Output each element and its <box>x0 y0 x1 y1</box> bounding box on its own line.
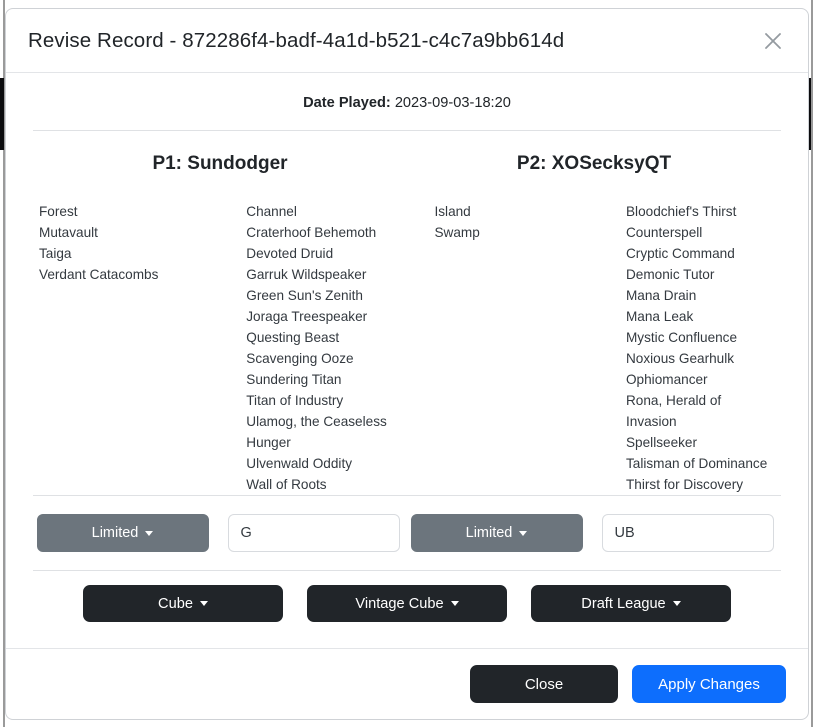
player2-spells-column: Bloodchief's Thirst Counterspell Cryptic C… <box>594 201 781 495</box>
list-item: Swamp <box>434 225 480 240</box>
list-item: Scavenging Ooze <box>246 351 354 366</box>
list-item: Ulamog, the Ceaseless Hunger <box>246 414 387 450</box>
chevron-down-icon <box>519 530 528 536</box>
list-item: Thirst for Discovery <box>625 477 744 492</box>
player1-format-cell: Limited <box>33 514 220 552</box>
list-item: Ophiomancer <box>625 372 708 387</box>
list-item: Noxious Gearhulk <box>625 351 735 366</box>
date-played-value: 2023-09-03-18:20 <box>394 95 511 111</box>
list-item: Green Sun's Zenith <box>246 288 363 303</box>
draft-league-dropdown-label: Draft League <box>581 595 666 612</box>
list-item: Channel <box>246 204 297 219</box>
list-item: Rona, Herald of Invasion <box>625 393 722 429</box>
list-item: Wall of Roots <box>246 477 327 492</box>
list-item: Bloodchief's Thirst <box>625 204 737 219</box>
list-item: Counterspell <box>625 225 703 240</box>
list-item: Sundering Titan <box>246 372 342 387</box>
player2-format-cell: Limited <box>407 514 594 552</box>
list-item: Demonic Tutor <box>625 267 715 282</box>
page-title: Revise Record - 872286f4-badf-4a1d-b521-… <box>28 28 565 52</box>
player1-colors-cell <box>220 514 407 552</box>
chevron-down-icon <box>672 601 681 606</box>
list-item: Ulvenwald Oddity <box>246 456 353 471</box>
list-item: Devoted Druid <box>246 246 334 261</box>
list-item: Titan of Industry <box>246 393 344 408</box>
category-dropdown-row: Cube Vintage Cube Draft League <box>33 571 781 638</box>
decklists-grid: Forest Mutavault Taiga Verdant Catacombs Ch… <box>33 175 781 495</box>
player2-lands-list: Island Swamp <box>434 201 588 243</box>
close-button[interactable]: Close <box>470 665 618 703</box>
modal-footer: Close Apply Changes <box>6 648 808 719</box>
list-item: Cryptic Command <box>625 246 735 261</box>
vintage-cube-dropdown[interactable]: Vintage Cube <box>307 585 507 622</box>
player1-format-label: Limited <box>91 525 139 541</box>
player1-spells-list: Channel Craterhoof Behemoth Devoted Druid G… <box>246 201 408 495</box>
list-item: Craterhoof Behemoth <box>246 225 377 240</box>
scroll-artifact-left <box>0 78 4 150</box>
cube-dropdown-label: Cube <box>158 595 193 612</box>
date-played: Date Played: 2023-09-03-18:20 <box>33 73 781 130</box>
player-headings: P1: Sundodger P2: XOSecksyQT <box>33 131 781 175</box>
player1-colors-input[interactable] <box>227 514 400 552</box>
player1-heading: P1: Sundodger <box>152 153 288 174</box>
cube-dropdown[interactable]: Cube <box>83 585 283 622</box>
close-icon[interactable] <box>760 28 786 54</box>
list-item: Garruk Wildspeaker <box>246 267 367 282</box>
player2-colors-input[interactable] <box>601 514 774 552</box>
player1-spells-column: Channel Craterhoof Behemoth Devoted Druid G… <box>216 201 414 495</box>
vintage-cube-dropdown-label: Vintage Cube <box>355 595 444 612</box>
date-played-label: Date Played: <box>303 95 391 111</box>
list-item: Questing Beast <box>246 330 340 345</box>
list-item: Forest <box>39 204 78 219</box>
player1-format-dropdown[interactable]: Limited <box>36 514 209 552</box>
chevron-down-icon <box>145 530 154 536</box>
player2-heading: P2: XOSecksyQT <box>516 153 672 174</box>
list-item: Joraga Treespeaker <box>246 309 368 324</box>
player1-lands-column: Forest Mutavault Taiga Verdant Catacombs <box>33 201 216 495</box>
list-item: Talisman of Dominance <box>625 456 768 471</box>
chevron-down-icon <box>450 601 459 606</box>
modal-body: Date Played: 2023-09-03-18:20 P1: Sundod… <box>6 73 808 648</box>
list-item: Verdant Catacombs <box>39 267 159 282</box>
player2-format-label: Limited <box>465 525 513 541</box>
chevron-down-icon <box>199 601 208 606</box>
format-and-colors-row: Limited Limited <box>33 496 781 570</box>
draft-league-dropdown[interactable]: Draft League <box>531 585 731 622</box>
player2-lands-column: Island Swamp <box>414 201 594 495</box>
modal-header: Revise Record - 872286f4-badf-4a1d-b521-… <box>6 9 808 73</box>
player2-colors-cell <box>594 514 781 552</box>
list-item: Mana Leak <box>625 309 694 324</box>
list-item: Island <box>434 204 471 219</box>
window-edge-right <box>811 0 813 727</box>
list-item: Mana Drain <box>625 288 697 303</box>
player2-spells-list: Bloodchief's Thirst Counterspell Cryptic C… <box>626 201 775 495</box>
list-item: Spellseeker <box>625 435 698 450</box>
revise-record-modal: Revise Record - 872286f4-badf-4a1d-b521-… <box>5 8 809 720</box>
player2-format-dropdown[interactable]: Limited <box>410 514 583 552</box>
apply-changes-button[interactable]: Apply Changes <box>632 665 786 703</box>
list-item: Taiga <box>39 246 72 261</box>
list-item: Mutavault <box>39 225 98 240</box>
player1-lands-list: Forest Mutavault Taiga Verdant Catacombs <box>39 201 210 285</box>
list-item: Mystic Confluence <box>625 330 738 345</box>
